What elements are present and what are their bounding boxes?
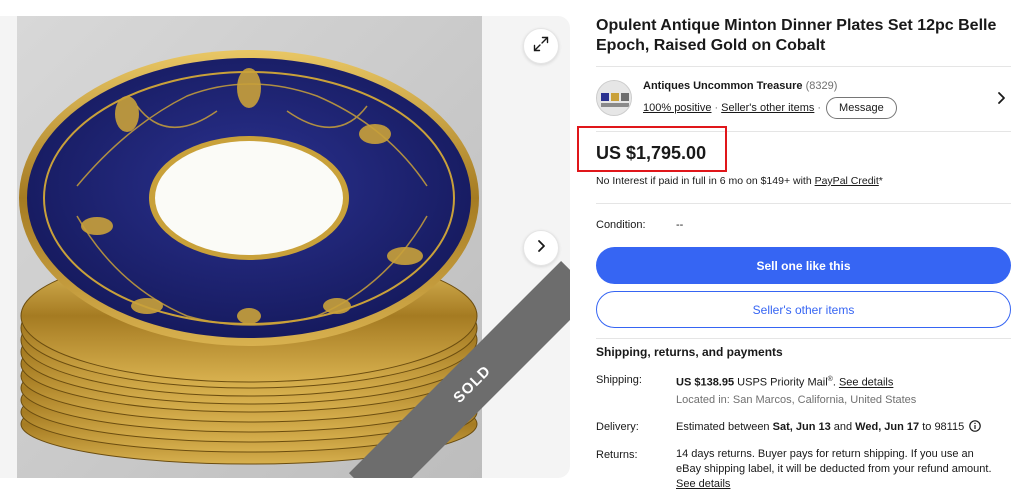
delivery-end: Wed, Jun 17 [855, 421, 920, 433]
expand-icon [533, 36, 549, 57]
shipping-label: Shipping: [596, 374, 642, 386]
separator-dot: · [817, 102, 822, 114]
financing-text-main: No Interest if paid in full in 6 mo on $… [596, 175, 815, 187]
chevron-right-icon[interactable] [995, 91, 1007, 110]
condition-value: -- [676, 219, 684, 231]
shipping-service: USPS Priority Mail [737, 376, 828, 389]
delivery-value: Estimated between Sat, Jun 13 and Wed, J… [676, 420, 1006, 437]
shipping-price: US $138.95 [676, 376, 735, 389]
chevron-right-icon [534, 239, 548, 258]
financing-asterisk: * [878, 175, 883, 187]
financing-text: No Interest if paid in full in 6 mo on $… [596, 175, 883, 187]
shipping-see-details-link[interactable]: See details [839, 377, 893, 389]
divider [596, 203, 1011, 204]
shipping-value: US $138.95 USPS Priority Mail®. See deta… [676, 376, 894, 389]
price: US $1,795.00 [596, 143, 707, 163]
sellers-other-items-button[interactable]: Seller's other items [596, 291, 1011, 328]
seller-name-row: Antiques Uncommon Treasure (8329) [643, 80, 837, 92]
registered-mark: ® [827, 376, 833, 383]
positive-feedback-link[interactable]: 100% positive [643, 102, 712, 114]
image-gallery: SOLD [0, 16, 570, 478]
seller-card[interactable]: Antiques Uncommon Treasure (8329) 100% p… [596, 66, 1011, 132]
paypal-credit-link[interactable]: PayPal Credit [815, 175, 879, 187]
listing-details: Opulent Antique Minton Dinner Plates Set… [596, 16, 1011, 132]
seller-feedback-count: (8329) [805, 80, 838, 92]
separator-dot: · [714, 102, 719, 114]
condition-label: Condition: [596, 219, 646, 231]
returns-text: 14 days returns. Buyer pays for return s… [676, 448, 992, 475]
delivery-prefix: Estimated between [676, 421, 773, 433]
item-location: Located in: San Marcos, California, Unit… [676, 394, 917, 406]
shipping-heading: Shipping, returns, and payments [596, 345, 783, 359]
returns-value: 14 days returns. Buyer pays for return s… [676, 447, 996, 492]
info-icon[interactable] [969, 420, 982, 437]
returns-see-details-link[interactable]: See details [676, 478, 730, 490]
delivery-start: Sat, Jun 13 [772, 421, 831, 433]
divider [596, 338, 1011, 339]
seller-name[interactable]: Antiques Uncommon Treasure [643, 80, 803, 92]
seller-avatar[interactable] [596, 80, 632, 116]
expand-image-button[interactable] [523, 28, 559, 64]
next-image-button[interactable] [523, 230, 559, 266]
message-button[interactable]: Message [826, 97, 897, 119]
seller-links: 100% positive · Seller's other items · M… [643, 97, 897, 119]
listing-title: Opulent Antique Minton Dinner Plates Set… [596, 17, 997, 54]
seller-other-items-link[interactable]: Seller's other items [721, 102, 814, 114]
sell-one-like-this-button[interactable]: Sell one like this [596, 247, 1011, 284]
delivery-and: and [830, 421, 856, 433]
returns-label: Returns: [596, 449, 638, 461]
delivery-zip: to 98115 [919, 421, 965, 433]
delivery-label: Delivery: [596, 421, 639, 433]
